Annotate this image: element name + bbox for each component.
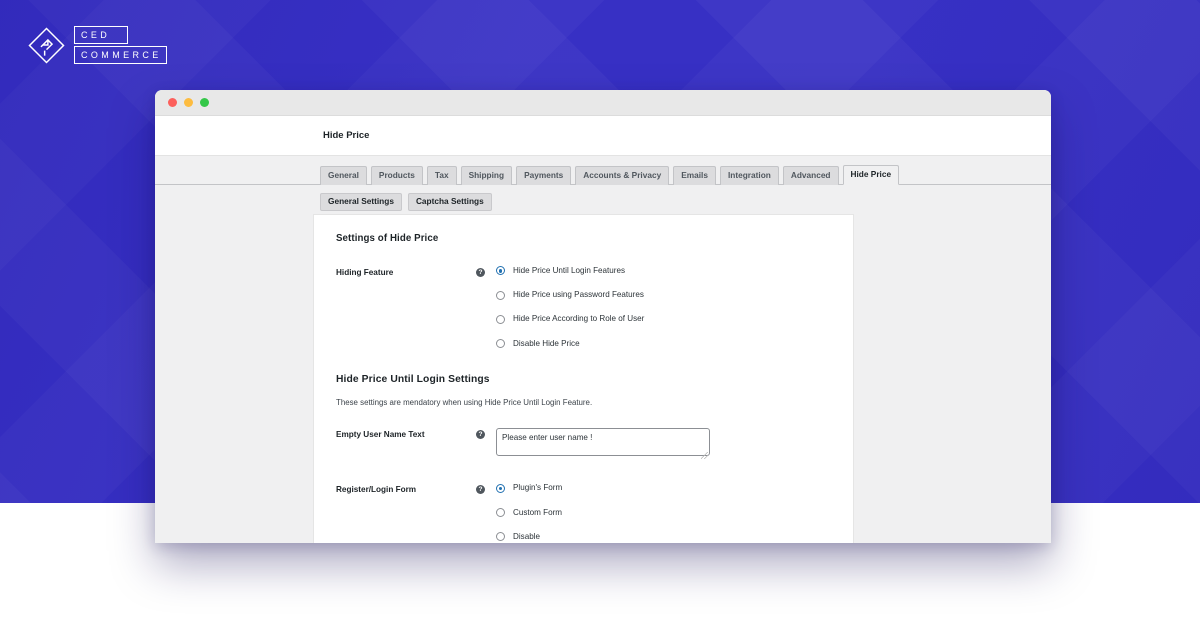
window-titlebar bbox=[155, 90, 1051, 116]
tab-accounts-privacy[interactable]: Accounts & Privacy bbox=[575, 166, 670, 185]
register-login-form-label: Register/Login Form bbox=[336, 485, 417, 495]
radio-label: Hide Price Until Login Features bbox=[513, 266, 626, 275]
tab-hide-price[interactable]: Hide Price bbox=[842, 165, 900, 185]
close-button-icon[interactable] bbox=[168, 98, 177, 107]
radio-indicator-icon[interactable] bbox=[496, 483, 505, 493]
admin-header: Hide Price bbox=[155, 116, 1051, 156]
radio-label: Hide Price using Password Features bbox=[513, 290, 644, 300]
admin-page-body: General Products Tax Shipping Payments A… bbox=[155, 156, 1051, 543]
logo-text-ced: CED bbox=[74, 26, 128, 44]
brand-logo: CED COMMERCE bbox=[28, 26, 167, 64]
empty-user-name-label: Empty User Name Text bbox=[336, 430, 425, 440]
field-hiding-feature: Hiding Feature ? Hide Price Until Login … bbox=[336, 266, 831, 348]
minimize-button-icon[interactable] bbox=[184, 98, 193, 107]
browser-window: Hide Price General Products Tax Shipping… bbox=[155, 90, 1051, 543]
help-icon[interactable]: ? bbox=[476, 430, 485, 440]
settings-card: Settings of Hide Price Hiding Feature ? … bbox=[313, 214, 854, 543]
tab-advanced[interactable]: Advanced bbox=[782, 166, 839, 185]
radio-hide-price-until-login[interactable]: Hide Price Until Login Features bbox=[496, 266, 831, 276]
radio-indicator-icon[interactable] bbox=[496, 266, 505, 276]
radio-indicator-icon[interactable] bbox=[496, 314, 505, 324]
radio-disable-form[interactable]: Disable bbox=[496, 532, 831, 542]
radio-label: Custom Form bbox=[513, 507, 563, 517]
tab-general[interactable]: General bbox=[320, 166, 367, 185]
hiding-feature-label: Hiding Feature bbox=[336, 268, 394, 277]
radio-hide-price-using-password[interactable]: Hide Price using Password Features bbox=[496, 290, 831, 300]
field-spacer bbox=[336, 465, 831, 483]
help-icon[interactable]: ? bbox=[476, 485, 485, 495]
logo-wordmark: CED COMMERCE bbox=[74, 26, 167, 64]
radio-label: Plugin's Form bbox=[513, 483, 563, 493]
hiding-feature-controls: ? Hide Price Until Login Features Hide P… bbox=[476, 266, 831, 348]
ced-commerce-diamond-logo-icon bbox=[28, 26, 65, 64]
radio-label: Hide Price According to Role of User bbox=[513, 314, 645, 324]
login-settings-heading: Hide Price Until Login Settings bbox=[336, 374, 490, 386]
tab-products[interactable]: Products bbox=[370, 166, 423, 185]
subtab-general-settings[interactable]: General Settings bbox=[320, 192, 402, 212]
tab-tax[interactable]: Tax bbox=[426, 166, 457, 185]
settings-section-heading: Settings of Hide Price bbox=[336, 233, 439, 244]
tab-emails[interactable]: Emails bbox=[673, 166, 716, 185]
field-register-login-form: Register/Login Form ? Plugin's Form Cust… bbox=[336, 483, 831, 542]
radio-disable-hide-price[interactable]: Disable Hide Price bbox=[496, 339, 831, 349]
empty-user-name-controls: ? bbox=[476, 428, 831, 461]
login-settings-description: These settings are mendatory when using … bbox=[336, 398, 593, 408]
empty-user-name-textarea-wrap bbox=[496, 428, 710, 461]
radio-plugins-form[interactable]: Plugin's Form bbox=[496, 483, 831, 493]
tab-payments[interactable]: Payments bbox=[516, 166, 572, 185]
radio-indicator-icon[interactable] bbox=[496, 507, 505, 517]
tab-shipping[interactable]: Shipping bbox=[460, 166, 513, 185]
radio-label: Disable bbox=[513, 531, 540, 541]
maximize-button-icon[interactable] bbox=[200, 98, 209, 107]
radio-indicator-icon[interactable] bbox=[496, 532, 505, 542]
tab-integration[interactable]: Integration bbox=[719, 166, 779, 185]
settings-tab-nav: General Products Tax Shipping Payments A… bbox=[155, 156, 1051, 185]
page-title: Hide Price bbox=[323, 130, 370, 141]
logo-text-commerce: COMMERCE bbox=[74, 46, 167, 64]
settings-subtab-nav: General Settings Captcha Settings bbox=[155, 185, 1051, 212]
radio-indicator-icon[interactable] bbox=[496, 338, 505, 348]
radio-custom-form[interactable]: Custom Form bbox=[496, 508, 831, 518]
page-root: CED COMMERCE Hide Price General Products… bbox=[0, 0, 1200, 628]
radio-label: Disable Hide Price bbox=[513, 338, 580, 348]
field-empty-user-name: Empty User Name Text ? bbox=[336, 428, 831, 461]
help-icon[interactable]: ? bbox=[476, 268, 485, 277]
radio-hide-price-by-role[interactable]: Hide Price According to Role of User bbox=[496, 314, 831, 324]
empty-user-name-textarea[interactable] bbox=[496, 428, 710, 457]
subtab-captcha-settings[interactable]: Captcha Settings bbox=[407, 192, 492, 212]
register-login-form-controls: ? Plugin's Form Custom Form Disable bbox=[476, 483, 831, 542]
radio-indicator-icon[interactable] bbox=[496, 290, 505, 300]
